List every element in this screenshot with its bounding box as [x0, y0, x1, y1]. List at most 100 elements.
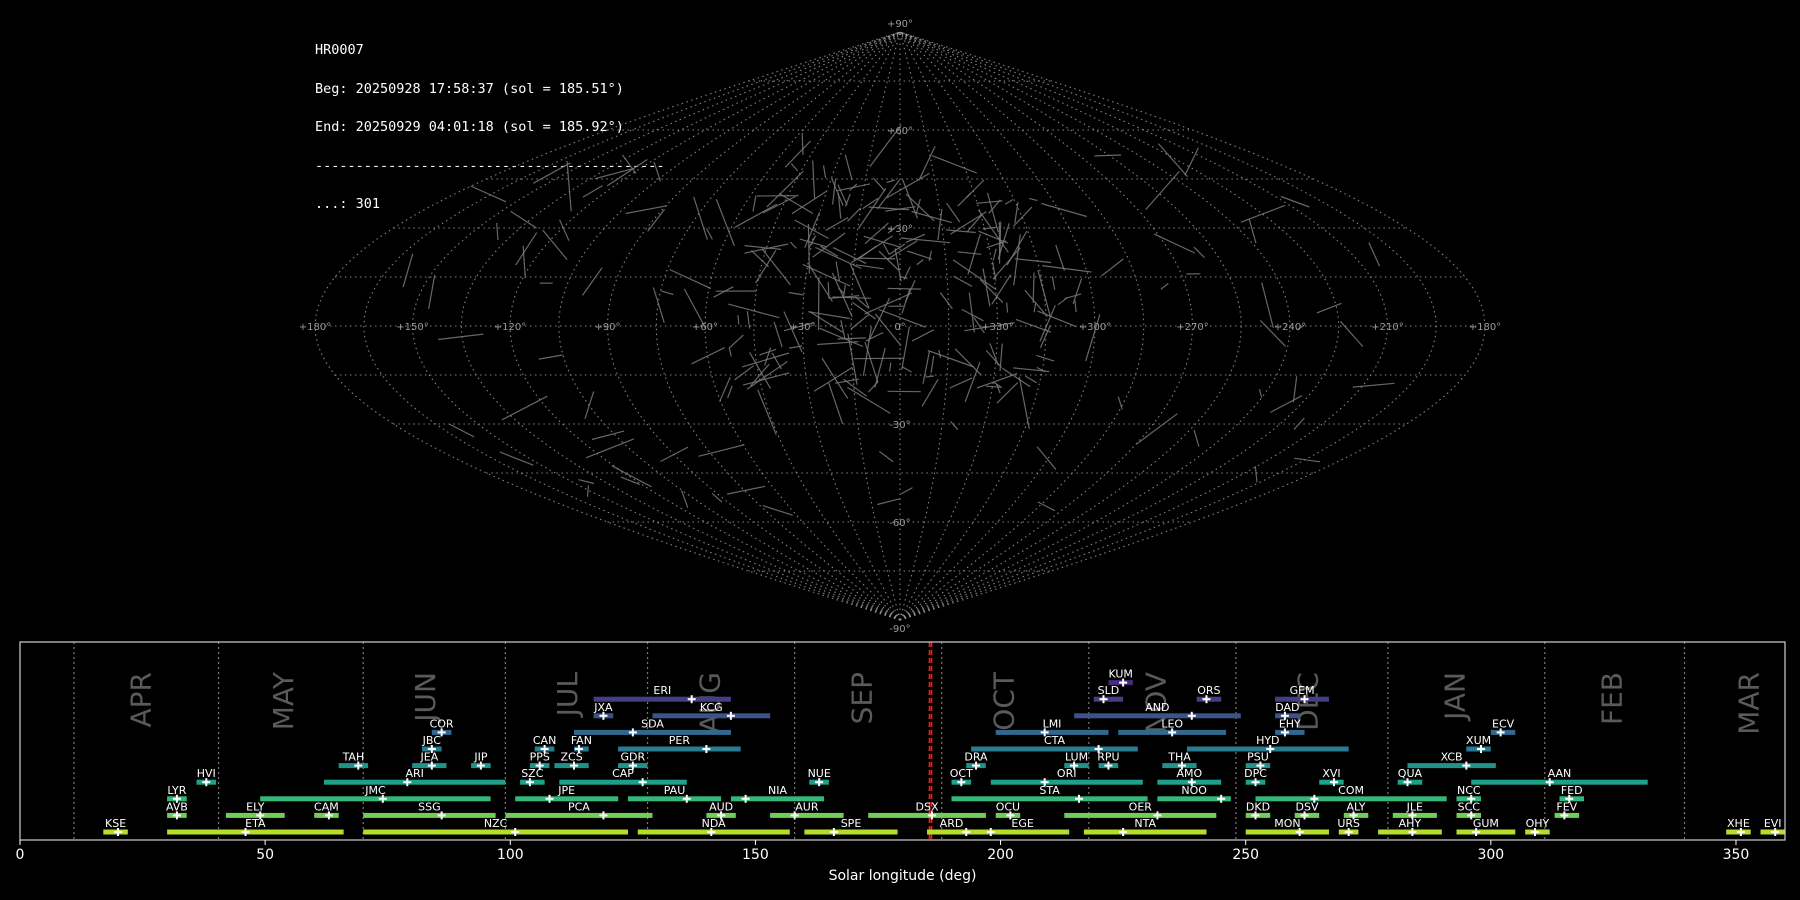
meteor-track — [953, 275, 973, 287]
meteor-track — [1258, 388, 1263, 398]
shower-label: HVI — [197, 767, 216, 780]
shower-label: GDR — [620, 751, 645, 764]
shower-jpe: JPE — [515, 784, 619, 803]
meteor-track — [850, 313, 870, 330]
meteor-track — [727, 385, 733, 399]
shower-eta: ETA — [167, 817, 344, 836]
shower-jip: JIP — [471, 751, 491, 770]
meteor-track — [900, 237, 951, 244]
shower-bar — [260, 796, 491, 802]
shower-label: JXA — [593, 701, 613, 714]
shower-nta: NTA — [1083, 817, 1207, 836]
shower-dsx: DSX — [868, 800, 986, 820]
x-tick-label: 0 — [16, 847, 25, 863]
longitude-label: +330° — [981, 322, 1013, 333]
shower-zcs: ZCS — [554, 751, 589, 770]
longitude-label: +210° — [1371, 322, 1403, 333]
meteor-track — [1042, 265, 1092, 273]
shower-label: PER — [669, 734, 691, 747]
longitude-label: 0° — [894, 322, 905, 333]
meteor-track — [864, 341, 879, 383]
shower-label: ELY — [246, 800, 265, 813]
shower-label: SLD — [1098, 684, 1120, 697]
shower-tah: TAH — [338, 751, 369, 770]
shower-label: LYR — [167, 784, 186, 797]
meteor-track — [496, 222, 499, 241]
meteor-track — [1280, 195, 1310, 208]
shower-label: ORI — [1057, 767, 1077, 780]
shower-label: ZCS — [560, 751, 582, 764]
month-label: MAR — [1733, 672, 1766, 735]
meteor-track — [499, 451, 534, 466]
meteor-track — [801, 132, 804, 155]
latitude-label: +60° — [887, 126, 913, 137]
meteor-track — [1136, 413, 1178, 445]
meteor-track — [877, 179, 900, 210]
meteor-track — [734, 203, 778, 228]
shower-ahy: AHY — [1378, 817, 1442, 836]
shower-bar — [1245, 829, 1329, 835]
shower-aur: AUR — [770, 800, 844, 820]
shower-label: ETA — [245, 817, 266, 830]
shower-bar — [951, 796, 1148, 802]
shower-nda: NDA — [637, 817, 790, 836]
shower-label: NCC — [1457, 784, 1481, 797]
shower-ari: ARI — [324, 767, 506, 787]
shower-label: XUM — [1466, 734, 1491, 747]
shower-label: NTA — [1134, 817, 1156, 830]
meteor-track — [812, 160, 816, 199]
meteor-track — [428, 274, 436, 309]
shower-bar — [167, 829, 344, 835]
meridian-line — [363, 31, 901, 621]
meteor-track — [853, 357, 904, 360]
shower-leo: LEO — [1118, 717, 1227, 737]
meteor-track — [734, 365, 754, 381]
shower-dkd: DKD — [1245, 800, 1271, 820]
meteor-track — [402, 253, 414, 288]
longitude-label: +150° — [396, 322, 428, 333]
meteor-track — [538, 354, 563, 360]
shower-hvi: HVI — [196, 767, 217, 787]
meteor-track — [1160, 282, 1169, 290]
meteor-track — [1028, 197, 1038, 202]
shower-label: CAM — [314, 800, 339, 813]
meteor-track — [865, 331, 884, 342]
meteor-track — [759, 348, 777, 356]
shower-xum: XUM — [1466, 734, 1491, 753]
meteor-track — [821, 357, 849, 399]
shower-label: OCU — [996, 800, 1020, 813]
meteor-track — [647, 208, 666, 232]
meteor-track — [681, 490, 689, 508]
shower-label: JLE — [1406, 800, 1423, 813]
shower-ori: ORI — [990, 767, 1143, 787]
meteor-track — [906, 250, 933, 260]
shower-label: JPE — [557, 784, 575, 797]
meteor-track — [1037, 501, 1056, 512]
shower-label: OHY — [1526, 817, 1550, 830]
shower-ecv: ECV — [1490, 717, 1516, 737]
shower-label: ARI — [405, 767, 423, 780]
meteor-track — [874, 348, 886, 388]
shower-label: SZC — [521, 767, 544, 780]
meteor-track — [878, 450, 894, 463]
shower-gum: GUM — [1456, 817, 1516, 836]
meteor-track — [1064, 293, 1082, 300]
meteor-track — [501, 395, 548, 421]
meteor-track — [877, 498, 901, 506]
meteor-track — [807, 223, 810, 274]
meteor-track — [1193, 246, 1205, 259]
shower-label: NUE — [808, 767, 831, 780]
shower-mon: MON — [1245, 817, 1329, 836]
meteor-track — [836, 183, 871, 192]
meteor-track — [510, 210, 537, 229]
shower-nue: NUE — [808, 767, 831, 787]
meteor-track — [925, 375, 934, 378]
meteor-track — [1339, 320, 1364, 347]
meteor-track — [591, 430, 625, 441]
meteor-tracks — [402, 124, 1395, 516]
shower-ssg: SSG — [363, 800, 496, 820]
month-label: FEB — [1595, 672, 1628, 725]
meteor-track — [1145, 171, 1180, 210]
shower-label: AVB — [166, 800, 188, 813]
shower-noo: NOO — [1157, 784, 1231, 803]
